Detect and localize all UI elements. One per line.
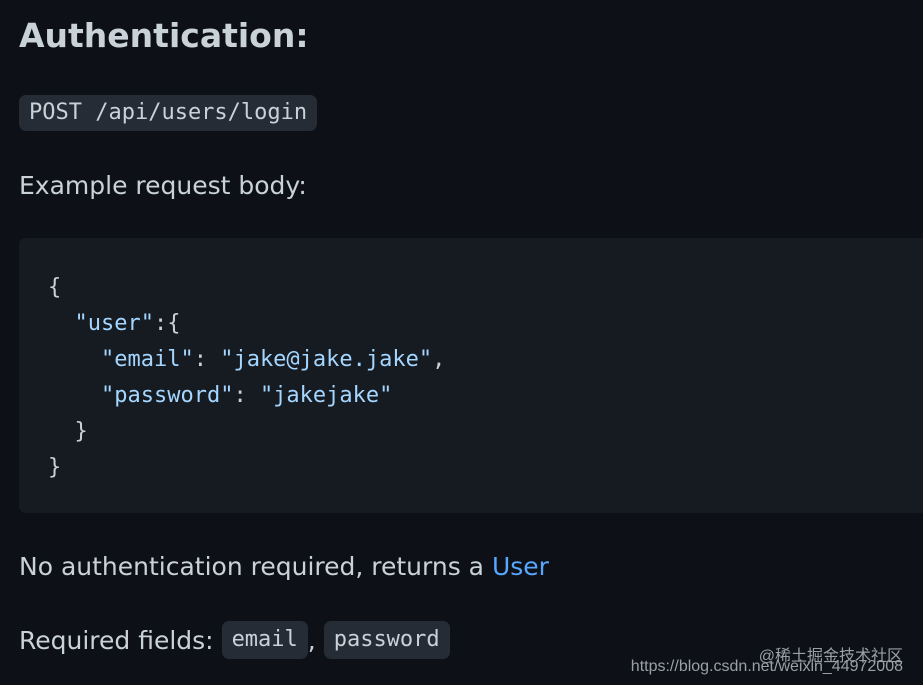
user-link[interactable]: User [492, 552, 549, 581]
code-block: { "user":{ "email": "jake@jake.jake", "p… [19, 238, 923, 513]
code-open-brace: { [48, 275, 62, 300]
required-fields-label: Required fields: [19, 626, 222, 655]
code-inner-close: } [74, 419, 88, 444]
auth-note-text: No authentication required, returns a [19, 552, 492, 581]
code-email-key: "email" [100, 347, 194, 372]
code-password-key: "password" [100, 383, 234, 408]
code-email-value: "jake@jake.jake" [220, 347, 433, 372]
code-email-sep: : [193, 347, 221, 372]
code-user-key: "user" [74, 311, 154, 336]
code-password-value: "jakejake" [259, 383, 393, 408]
required-fields: Required fields: email, password [19, 621, 450, 661]
request-body-code: { "user":{ "email": "jake@jake.jake", "p… [48, 270, 445, 486]
section-heading: Authentication: [19, 16, 309, 55]
auth-note: No authentication required, returns a Us… [19, 549, 549, 585]
field-email-code: email [221, 621, 308, 659]
endpoint-code: POST /api/users/login [19, 95, 318, 131]
field-password-code: password [323, 621, 450, 659]
code-email-comma: , [432, 347, 446, 372]
code-user-sep: :{ [153, 311, 181, 336]
field-separator: , [307, 626, 324, 655]
watermark-url: https://blog.csdn.net/weixin_44972008 [630, 658, 903, 675]
code-password-sep: : [233, 383, 260, 408]
code-outer-close: } [48, 455, 62, 480]
example-request-label: Example request body: [19, 171, 307, 200]
